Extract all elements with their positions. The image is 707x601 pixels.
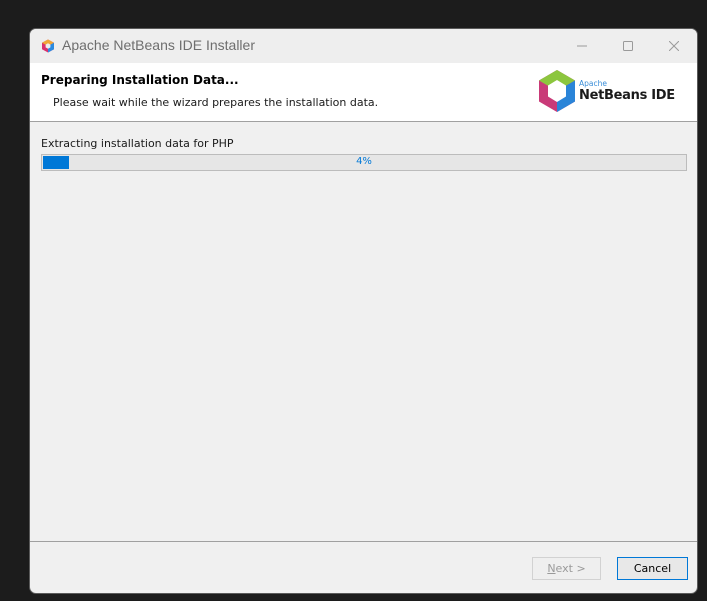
logo-product-name: NetBeans IDE [579, 88, 675, 103]
page-title: Preparing Installation Data... [41, 73, 239, 87]
next-mnemonic: N [547, 562, 556, 575]
wizard-header: Preparing Installation Data... Please wa… [30, 63, 697, 122]
page-subtitle: Please wait while the wizard prepares th… [53, 96, 379, 109]
minimize-icon [577, 45, 587, 47]
netbeans-cube-icon [539, 70, 575, 112]
logo-brand: Apache [579, 79, 607, 88]
window-title: Apache NetBeans IDE Installer [62, 37, 255, 53]
cancel-button[interactable]: Cancel [617, 557, 688, 580]
close-icon [669, 41, 679, 51]
progress-bar: 4% [41, 154, 687, 171]
close-button[interactable] [651, 29, 697, 63]
maximize-icon [623, 41, 633, 51]
title-bar[interactable]: Apache NetBeans IDE Installer [30, 29, 697, 63]
maximize-button[interactable] [605, 29, 651, 63]
progress-percent: 4% [356, 156, 372, 167]
installer-window: Apache NetBeans IDE Installer Preparing … [29, 28, 698, 594]
status-message: Extracting installation data for PHP [41, 137, 234, 150]
footer-divider [30, 541, 697, 542]
netbeans-logo: Apache NetBeans IDE [538, 69, 683, 117]
next-button[interactable]: Next > [532, 557, 601, 580]
minimize-button[interactable] [559, 29, 605, 63]
next-label: ext > [555, 562, 586, 575]
netbeans-cube-icon [42, 39, 54, 53]
